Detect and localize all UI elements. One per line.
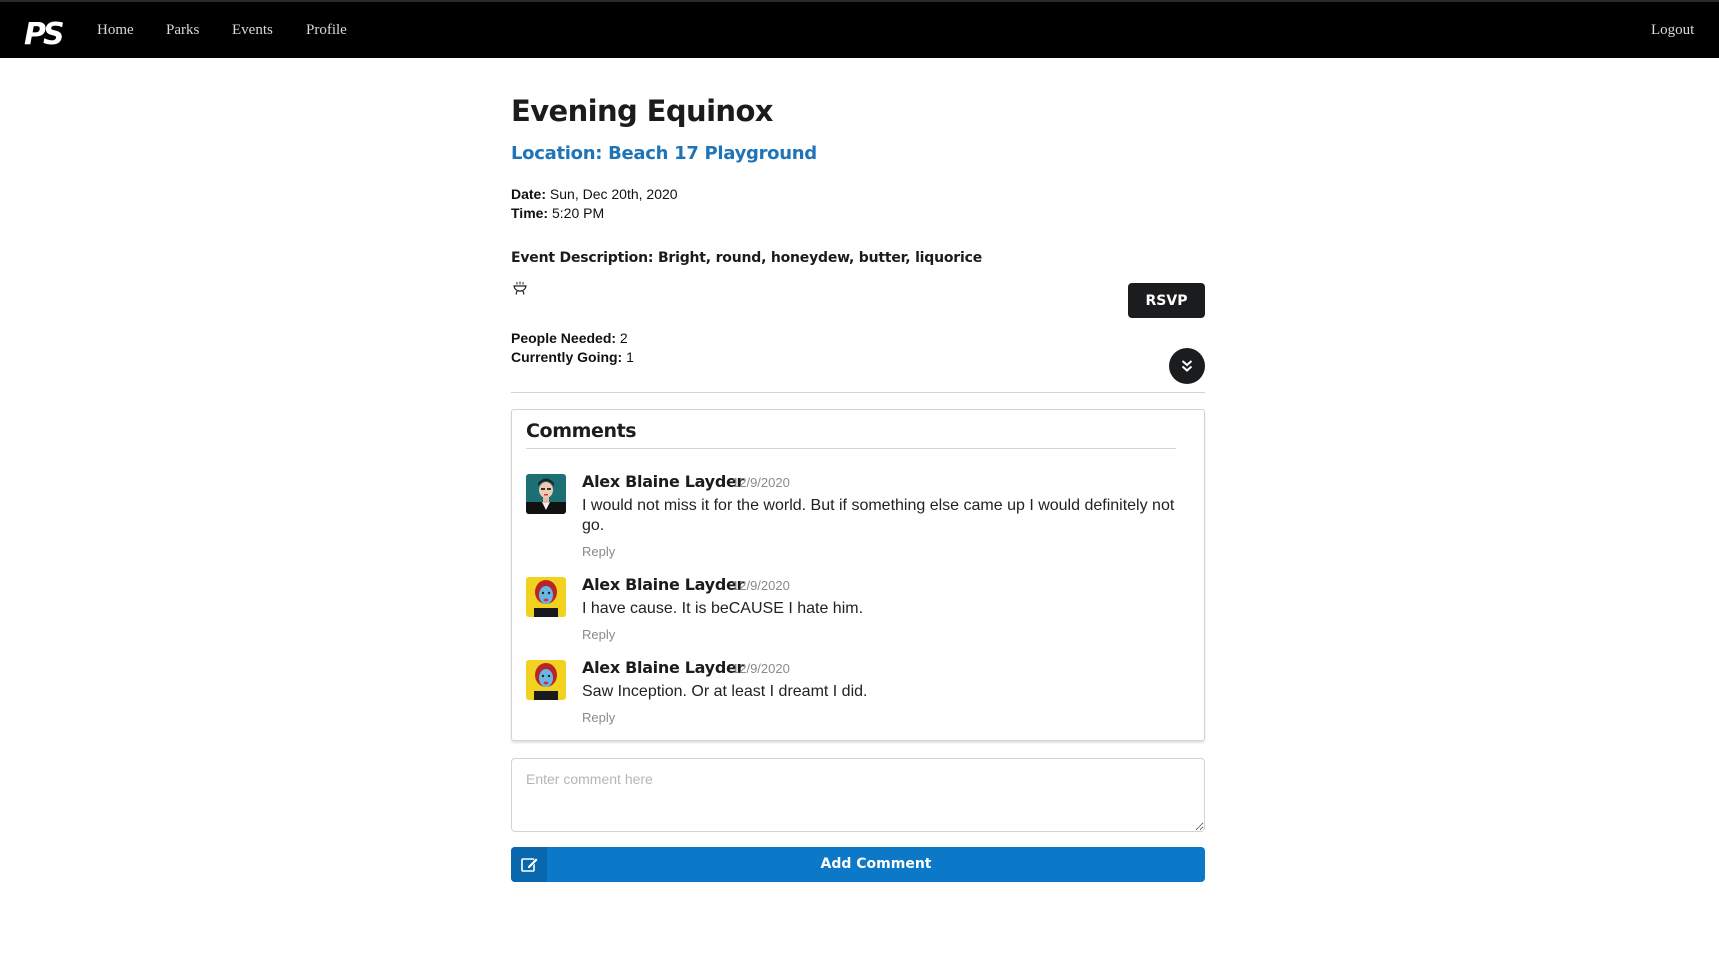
nav-events-link[interactable]: Events (232, 22, 273, 39)
people-needed: People Needed: 2 (511, 330, 628, 346)
reply-link[interactable]: Reply (582, 544, 615, 559)
avatar-man-teal-icon (526, 474, 566, 514)
date-value: Sun, Dec 20th, 2020 (549, 186, 678, 202)
add-comment-button[interactable]: Add Comment (511, 847, 1205, 882)
event-description: Event Description: Bright, round, honeyd… (511, 250, 982, 266)
expand-attendees-button[interactable] (1169, 348, 1205, 384)
event-date: Date: Sun, Dec 20th, 2020 (511, 186, 678, 202)
top-navbar: PS Home Parks Events Profile Logout (0, 0, 1719, 58)
edit-icon (521, 857, 539, 872)
comment-author[interactable]: Alex Blaine Layder (582, 472, 744, 491)
comment-text: I would not miss it for the world. But i… (582, 497, 1175, 534)
comment-author[interactable]: Alex Blaine Layder (582, 575, 744, 594)
add-comment-label: Add Comment (820, 856, 932, 872)
grill-icon (513, 281, 527, 295)
comment-textarea[interactable] (511, 758, 1205, 832)
avatar[interactable] (526, 474, 566, 514)
section-divider (511, 392, 1205, 393)
rsvp-button[interactable]: RSVP (1128, 283, 1205, 318)
nav-home-link[interactable]: Home (97, 22, 134, 39)
time-label: Time: (511, 205, 549, 221)
time-value: 5:20 PM (551, 205, 605, 221)
people-needed-label: People Needed: (511, 330, 617, 346)
avatar[interactable] (526, 660, 566, 700)
nav-profile-link[interactable]: Profile (306, 22, 347, 39)
currently-going-label: Currently Going: (511, 349, 623, 365)
svg-text:PS: PS (24, 17, 63, 50)
comment-date: 12/9/2020 (732, 578, 790, 593)
event-location-link[interactable]: Location: Beach 17 Playground (511, 143, 817, 164)
event-time: Time: 5:20 PM (511, 205, 604, 221)
ps-logo-icon[interactable]: PS (24, 16, 64, 50)
currently-going: Currently Going: 1 (511, 349, 634, 365)
chevron-double-down-icon (1181, 360, 1193, 372)
comment-text: I have cause. It is beCAUSE I hate him. (582, 600, 864, 617)
comment-author[interactable]: Alex Blaine Layder (582, 658, 744, 677)
edit-icon-box (511, 847, 547, 882)
avatar[interactable] (526, 577, 566, 617)
comments-header: Comments (526, 420, 1176, 449)
logout-link[interactable]: Logout (1651, 22, 1694, 39)
comments-panel: Comments Alex Blaine Layder 12/9/2020 I (511, 409, 1205, 741)
event-title: Evening Equinox (511, 94, 774, 128)
avatar-woman-yellow-icon (526, 660, 566, 700)
reply-link[interactable]: Reply (582, 627, 615, 642)
avatar-woman-yellow-icon (526, 577, 566, 617)
people-needed-value: 2 (619, 330, 628, 346)
date-label: Date: (511, 186, 547, 202)
nav-parks-link[interactable]: Parks (166, 22, 199, 39)
reply-link[interactable]: Reply (582, 710, 615, 725)
comment-date: 12/9/2020 (732, 475, 790, 490)
comment-date: 12/9/2020 (732, 661, 790, 676)
comment-text: Saw Inception. Or at least I dreamt I di… (582, 683, 868, 700)
currently-going-value: 1 (626, 349, 634, 365)
